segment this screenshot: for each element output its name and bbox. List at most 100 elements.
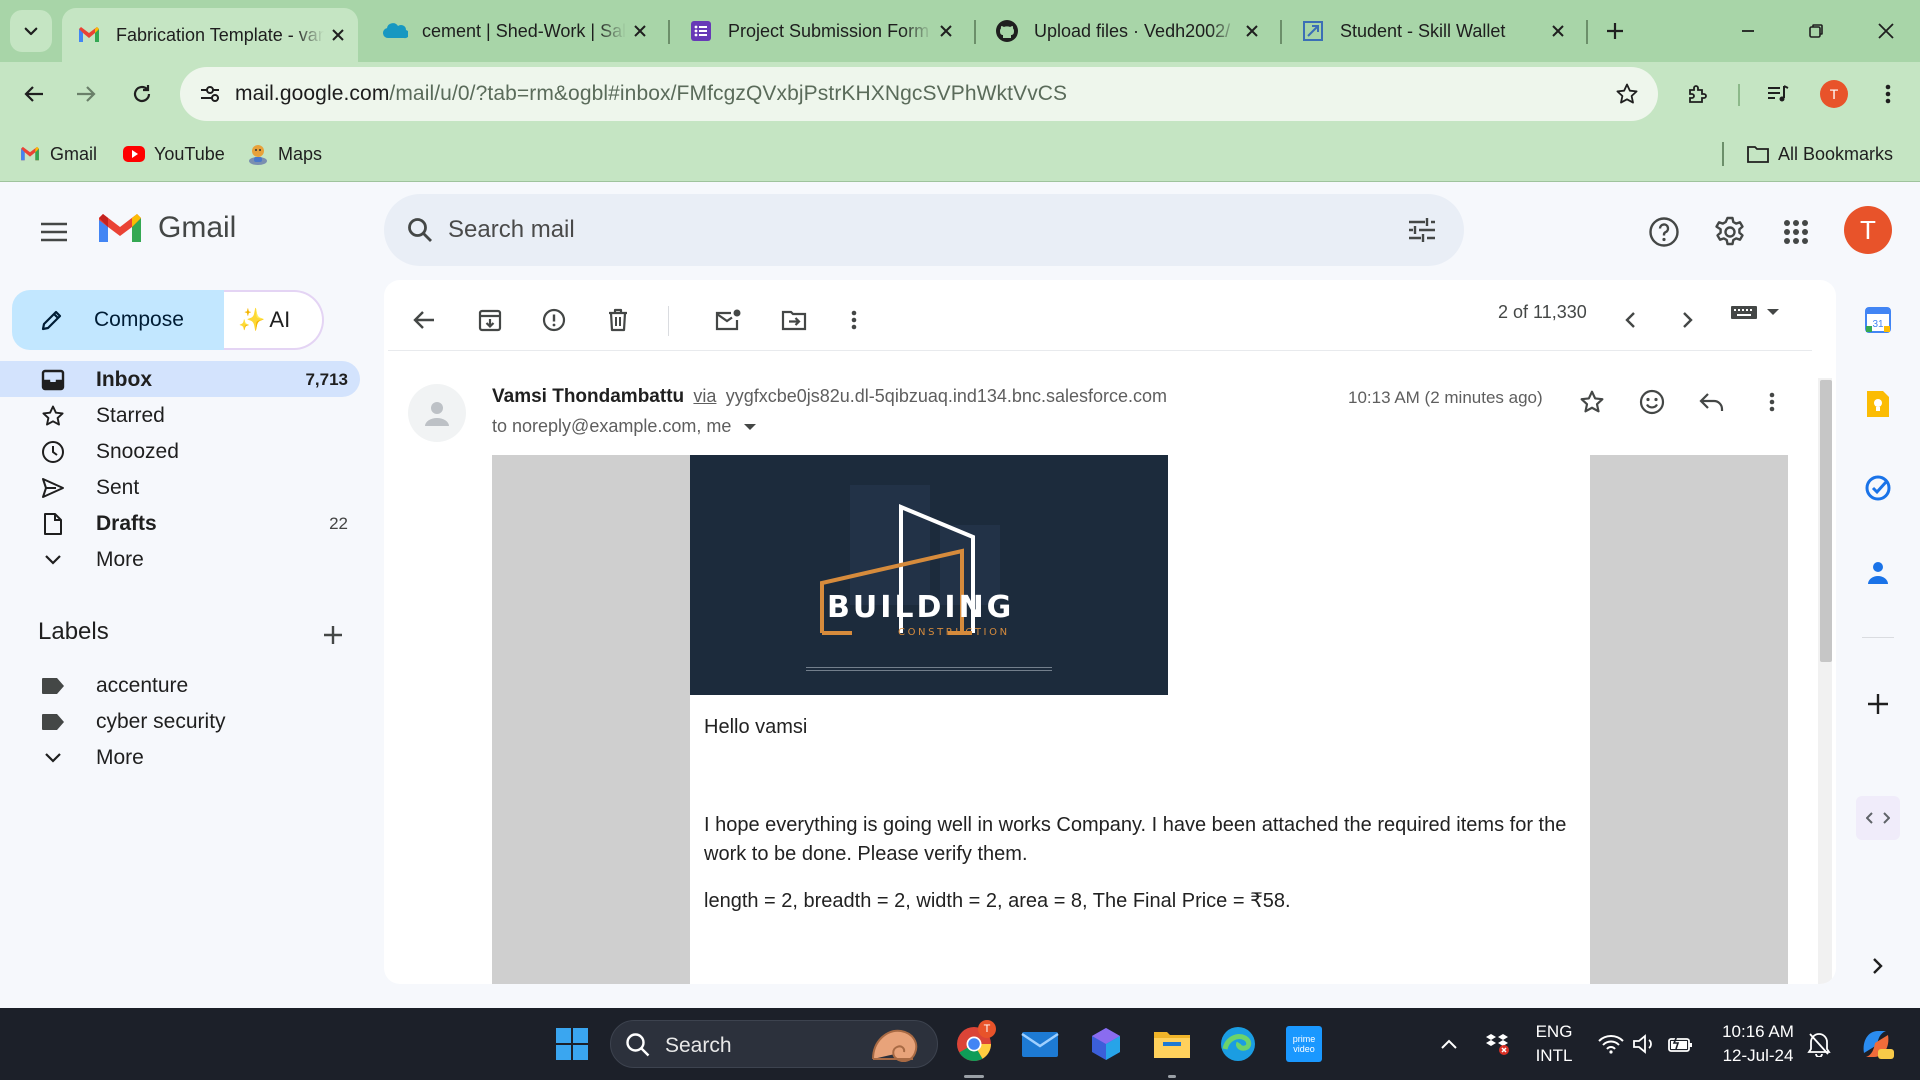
taskbar-chrome[interactable]: T — [950, 1020, 998, 1068]
search-input[interactable] — [448, 210, 1348, 250]
nav-inbox[interactable]: Inbox 7,713 — [0, 361, 360, 397]
add-reaction-button[interactable] — [1634, 384, 1670, 420]
delete-button[interactable] — [598, 300, 638, 340]
tab-project-submission-form[interactable]: Project Submission Form — [674, 10, 966, 52]
nav-starred[interactable]: Starred — [0, 397, 360, 433]
taskbar-file-explorer[interactable] — [1148, 1020, 1196, 1068]
toolbar-separator — [668, 306, 669, 336]
message-more-button[interactable] — [1754, 384, 1790, 420]
forward-button[interactable] — [66, 74, 106, 114]
archive-button[interactable] — [470, 300, 510, 340]
back-to-inbox-button[interactable] — [404, 300, 444, 340]
label-accenture[interactable]: accenture — [0, 667, 360, 703]
contacts-app-button[interactable] — [1860, 554, 1896, 590]
bookmark-star-icon[interactable] — [1612, 79, 1642, 109]
keep-app-button[interactable] — [1860, 386, 1896, 422]
labels-more[interactable]: More — [0, 739, 360, 775]
bookmark-youtube[interactable]: YouTube — [122, 139, 225, 169]
profile-button[interactable]: T — [1816, 76, 1852, 112]
get-addons-button[interactable] — [1860, 686, 1896, 722]
tab-upload-files-github[interactable]: Upload files · Vedh2002/ — [980, 10, 1272, 52]
create-label-button[interactable] — [318, 620, 348, 650]
tab-cement-shed-work[interactable]: cement | Shed-Work | Salesforce — [368, 10, 660, 52]
close-tab-icon[interactable] — [626, 17, 654, 45]
label-cyber-security[interactable]: cyber security — [0, 703, 360, 739]
sender-name[interactable]: Vamsi Thondambattu — [492, 386, 684, 407]
notifications-button[interactable] — [1804, 1030, 1834, 1058]
newer-message-button[interactable] — [1610, 300, 1650, 340]
volume-tray-icon[interactable] — [1630, 1030, 1660, 1058]
tab-search-button[interactable] — [10, 10, 52, 52]
reply-button[interactable] — [1694, 384, 1730, 420]
calendar-app-button[interactable]: 31 — [1860, 302, 1896, 338]
taskbar-search-box[interactable]: Search — [610, 1020, 938, 1068]
mark-unread-button[interactable] — [708, 300, 748, 340]
bookmark-maps[interactable]: Maps — [246, 139, 322, 169]
nav-sent[interactable]: Sent — [0, 469, 360, 505]
toolbar-divider — [388, 350, 1812, 351]
taskbar-edge[interactable] — [1214, 1020, 1262, 1068]
start-button[interactable] — [548, 1020, 596, 1068]
all-bookmarks-button[interactable]: All Bookmarks — [1746, 139, 1893, 169]
compose-button[interactable]: Compose — [12, 290, 224, 350]
main-menu-button[interactable] — [34, 212, 74, 252]
email-paragraph: I hope everything is going well in works… — [704, 814, 1567, 865]
older-message-button[interactable] — [1668, 300, 1708, 340]
nav-more[interactable]: More — [0, 541, 360, 577]
address-bar[interactable]: mail.google.com/mail/u/0/?tab=rm&ogbl#in… — [180, 67, 1658, 121]
settings-button[interactable] — [1708, 210, 1752, 254]
report-spam-button[interactable] — [534, 300, 574, 340]
search-icon — [626, 1033, 650, 1057]
close-tab-icon[interactable] — [1238, 17, 1266, 45]
back-button[interactable] — [14, 74, 54, 114]
taskbar-mail[interactable] — [1016, 1020, 1064, 1068]
more-actions-button[interactable] — [834, 300, 874, 340]
gmail-logo[interactable]: Gmail — [96, 210, 236, 246]
tab-fabrication-template[interactable]: Fabrication Template - vamsi — [62, 8, 358, 62]
show-hidden-icons-button[interactable] — [1434, 1030, 1464, 1058]
show-details-icon[interactable] — [743, 422, 757, 432]
account-avatar[interactable]: T — [1844, 206, 1892, 254]
taskbar-clock[interactable]: 10:16 AM 12-Jul-24 — [1706, 1020, 1810, 1068]
nav-snoozed[interactable]: Snoozed — [0, 433, 360, 469]
close-tab-icon[interactable] — [932, 17, 960, 45]
minimize-window-button[interactable] — [1728, 12, 1768, 50]
taskbar-copilot[interactable] — [1082, 1020, 1130, 1068]
google-apps-button[interactable] — [1774, 210, 1818, 254]
more-vert-icon — [851, 310, 857, 330]
wifi-tray-icon[interactable] — [1596, 1030, 1626, 1058]
tasks-app-button[interactable] — [1860, 470, 1896, 506]
media-controls-button[interactable] — [1760, 76, 1796, 112]
nav-drafts[interactable]: Drafts 22 — [0, 505, 360, 541]
addon-shortcut-button[interactable] — [1856, 796, 1900, 840]
hide-side-panel-button[interactable] — [1860, 948, 1896, 984]
via-link[interactable]: via — [693, 386, 716, 406]
ai-button[interactable]: ✨ AI — [224, 290, 324, 350]
copilot-pre-button[interactable] — [1856, 1026, 1896, 1062]
scrollbar-thumb[interactable] — [1820, 380, 1832, 662]
restore-window-button[interactable] — [1796, 12, 1836, 50]
label-name: cyber security — [96, 710, 226, 733]
site-info-icon[interactable] — [194, 79, 226, 109]
extensions-button[interactable] — [1680, 76, 1716, 112]
input-language[interactable]: ENG INTL — [1526, 1020, 1582, 1068]
search-icon[interactable] — [400, 210, 440, 250]
tab-student-skill-wallet[interactable]: Student - Skill Wallet — [1286, 10, 1578, 52]
close-tab-icon[interactable] — [1544, 17, 1572, 45]
battery-tray-icon[interactable] — [1666, 1030, 1696, 1058]
new-tab-button[interactable] — [1598, 14, 1632, 48]
gmail-icon — [76, 22, 102, 48]
taskbar-prime-video[interactable]: prime video — [1280, 1020, 1328, 1068]
close-tab-icon[interactable] — [324, 21, 352, 49]
dropbox-tray-icon[interactable] — [1482, 1030, 1512, 1058]
bookmark-gmail[interactable]: Gmail — [18, 139, 97, 169]
close-icon — [1878, 23, 1894, 39]
input-tools-button[interactable] — [1730, 302, 1780, 322]
search-options-icon[interactable] — [1402, 210, 1442, 250]
star-message-button[interactable] — [1574, 384, 1610, 420]
chrome-menu-button[interactable] — [1870, 76, 1906, 112]
support-button[interactable] — [1642, 210, 1686, 254]
move-to-button[interactable] — [774, 300, 814, 340]
reload-button[interactable] — [122, 74, 162, 114]
close-window-button[interactable] — [1866, 12, 1906, 50]
